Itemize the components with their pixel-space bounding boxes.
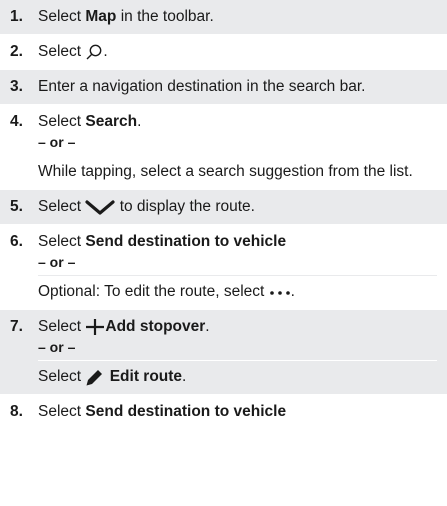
step-alt-text-post: . bbox=[182, 368, 187, 385]
step-text-post: to display the route. bbox=[115, 198, 255, 215]
step-alt-text-bold: Edit route bbox=[109, 368, 183, 385]
step-number: 6. bbox=[10, 233, 23, 250]
step-text: Select Map in the toolbar. bbox=[38, 6, 437, 28]
more-dots-icon bbox=[269, 287, 291, 297]
divider bbox=[38, 155, 437, 156]
step-7: 7. Select Add stopover. – or – Select Ed… bbox=[0, 310, 447, 395]
step-number: 7. bbox=[10, 318, 23, 335]
step-6: 6. Select Send destination to vehicle – … bbox=[0, 225, 447, 310]
plus-icon bbox=[85, 318, 105, 336]
or-separator: – or – bbox=[38, 339, 76, 355]
search-icon bbox=[85, 43, 103, 61]
step-text-post: . bbox=[137, 113, 142, 130]
step-2: 2. Select . bbox=[0, 35, 447, 70]
step-1: 1. Select Map in the toolbar. bbox=[0, 0, 447, 35]
step-number: 8. bbox=[10, 403, 23, 420]
step-text-post: . bbox=[103, 43, 108, 60]
step-number: 3. bbox=[10, 78, 23, 95]
step-text-pre: Select bbox=[38, 198, 86, 215]
instruction-steps: 1. Select Map in the toolbar. 2. Select … bbox=[0, 0, 447, 430]
step-text: Select Send destination to vehicle – or … bbox=[38, 231, 437, 303]
step-text-post: . bbox=[205, 318, 210, 335]
step-text-bold: Send destination to vehicle bbox=[85, 233, 287, 250]
step-text: Select Add stopover. – or – Select Edit … bbox=[38, 316, 437, 388]
step-text: Select to display the route. bbox=[38, 196, 437, 218]
step-text-post: in the toolbar. bbox=[116, 8, 214, 25]
step-text-pre: Select bbox=[38, 43, 86, 60]
step-text: Enter a navigation destination in the se… bbox=[38, 78, 366, 95]
step-text-bold: Search bbox=[85, 113, 138, 130]
or-separator: – or – bbox=[38, 134, 76, 150]
pencil-icon bbox=[85, 368, 105, 386]
divider bbox=[38, 275, 437, 276]
chevron-down-icon bbox=[85, 198, 115, 216]
step-3: 3. Enter a navigation destination in the… bbox=[0, 70, 447, 105]
step-alt-text: Optional: To edit the route, select bbox=[38, 283, 269, 300]
step-text-bold: Map bbox=[85, 8, 117, 25]
step-number: 5. bbox=[10, 198, 23, 215]
step-text-bold: Add stopover bbox=[105, 318, 206, 335]
step-number: 1. bbox=[10, 8, 23, 25]
step-text: Select . bbox=[38, 41, 437, 63]
step-number: 4. bbox=[10, 113, 23, 130]
step-number: 2. bbox=[10, 43, 23, 60]
step-text-pre: Select bbox=[38, 318, 86, 335]
step-text-pre: Select bbox=[38, 233, 86, 250]
step-text-pre: Select bbox=[38, 113, 86, 130]
divider bbox=[38, 360, 437, 361]
step-4: 4. Select Search. – or – While tapping, … bbox=[0, 105, 447, 190]
step-text: Select Send destination to vehicle bbox=[38, 401, 437, 423]
step-alt-text-post: . bbox=[290, 283, 295, 300]
step-5: 5. Select to display the route. bbox=[0, 190, 447, 225]
step-text-bold: Send destination to vehicle bbox=[85, 403, 287, 420]
step-alt-text: While tapping, select a search suggestio… bbox=[38, 163, 413, 180]
step-text-pre: Select bbox=[38, 403, 86, 420]
step-text: Select Search. – or – While tapping, sel… bbox=[38, 111, 437, 183]
step-text-pre: Select bbox=[38, 8, 86, 25]
step-alt-text-pre: Select bbox=[38, 368, 86, 385]
step-8: 8. Select Send destination to vehicle bbox=[0, 395, 447, 430]
or-separator: – or – bbox=[38, 254, 76, 270]
